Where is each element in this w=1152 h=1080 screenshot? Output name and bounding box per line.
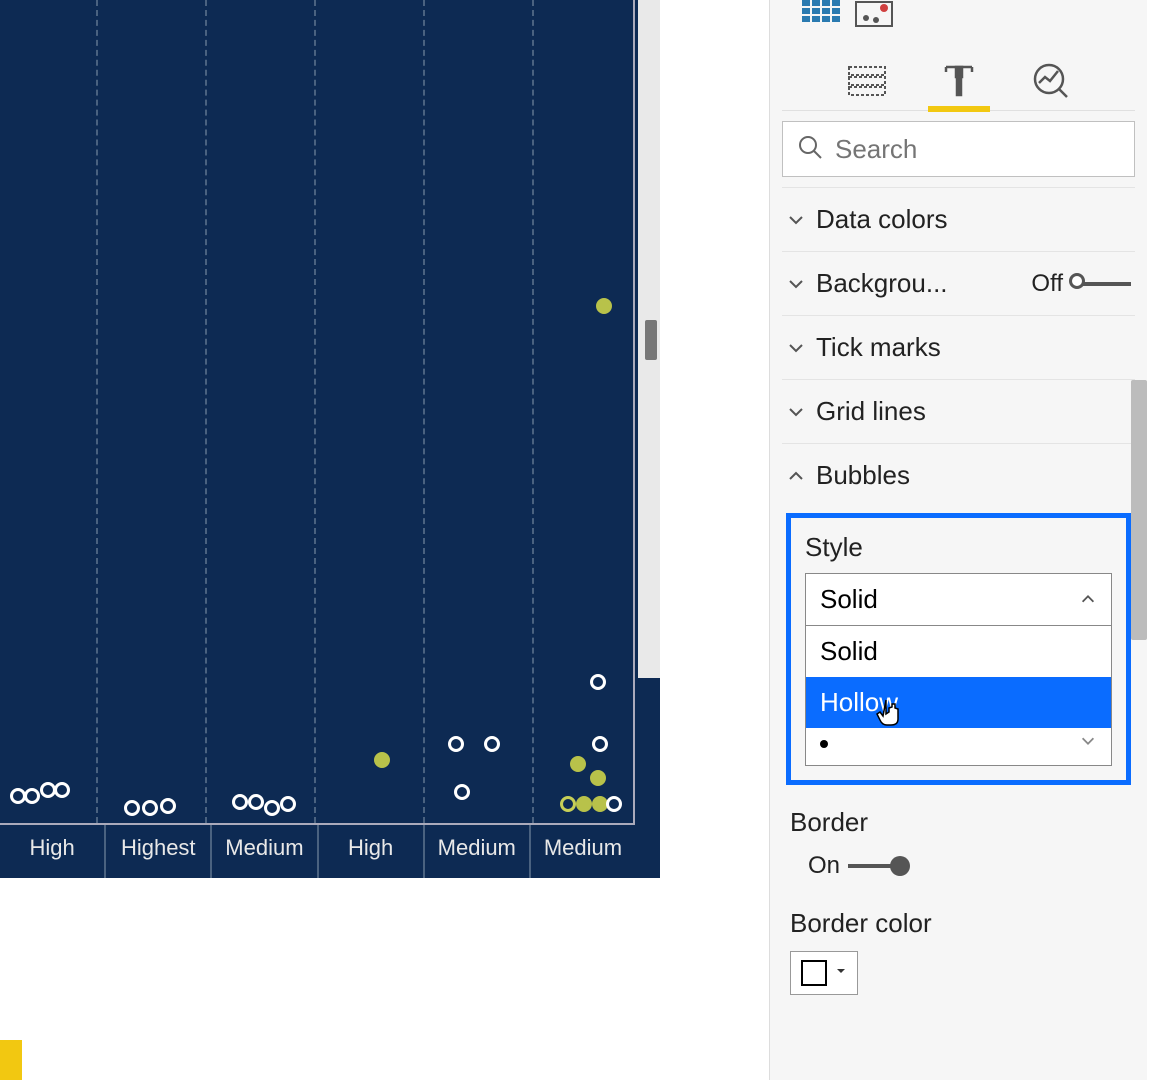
viz-icon-matrix[interactable]	[802, 0, 842, 28]
section-data-colors[interactable]: Data colors	[782, 187, 1135, 251]
axis-label: Medium	[212, 825, 318, 878]
axis-label: High	[0, 825, 106, 878]
chevron-up-icon	[1079, 584, 1097, 615]
dropdown-selected: Solid	[820, 584, 878, 615]
axis-label: Medium	[531, 825, 635, 878]
dropdown-option-hollow[interactable]: Hollow	[806, 677, 1111, 728]
format-panel: Data colors Backgrou... Off Tick marks G…	[769, 0, 1147, 1080]
dropdown-list: Solid Hollow	[806, 625, 1111, 765]
caret-down-icon	[835, 964, 847, 982]
chevron-down-icon	[786, 338, 806, 358]
chevron-down-icon	[786, 274, 806, 294]
section-grid-lines[interactable]: Grid lines	[782, 379, 1135, 443]
tab-analytics[interactable]	[1030, 60, 1072, 102]
border-color-picker[interactable]	[790, 951, 858, 995]
style-label: Style	[805, 532, 1112, 563]
search-input[interactable]	[835, 134, 1120, 165]
style-highlight-box: Style Solid Solid Hollow	[786, 513, 1131, 785]
border-label: Border	[790, 807, 1127, 838]
chevron-down-icon	[1079, 732, 1097, 755]
dropdown-more[interactable]	[806, 728, 1111, 765]
section-background[interactable]: Backgrou... Off	[782, 251, 1135, 315]
page-tab-indicator[interactable]	[0, 1040, 22, 1080]
style-dropdown[interactable]: Solid Solid Hollow	[805, 573, 1112, 766]
chevron-down-icon	[786, 210, 806, 230]
dropdown-option-solid[interactable]: Solid	[806, 626, 1111, 677]
viz-icon-dotplot[interactable]	[854, 0, 894, 28]
chart-scrollbar[interactable]	[638, 0, 660, 678]
panel-scrollbar[interactable]	[1131, 380, 1147, 640]
tab-fields[interactable]	[846, 60, 888, 102]
tab-format[interactable]	[938, 60, 980, 102]
report-canvas: High Highest Medium High Medium Medium	[0, 0, 695, 1080]
color-swatch	[801, 960, 827, 986]
x-axis: High Highest Medium High Medium Medium	[0, 823, 635, 878]
background-toggle[interactable]: Off	[1031, 270, 1131, 298]
search-icon	[797, 134, 823, 165]
border-toggle[interactable]: On	[790, 852, 1127, 880]
chevron-down-icon	[786, 402, 806, 422]
chevron-up-icon	[786, 466, 806, 486]
axis-label: High	[319, 825, 425, 878]
section-bubbles[interactable]: Bubbles	[782, 443, 1135, 507]
axis-label: Medium	[425, 825, 531, 878]
axis-label: Highest	[106, 825, 212, 878]
scatter-chart[interactable]: High Highest Medium High Medium Medium	[0, 0, 660, 878]
section-tick-marks[interactable]: Tick marks	[782, 315, 1135, 379]
border-color-label: Border color	[790, 908, 1127, 939]
search-box[interactable]	[782, 121, 1135, 177]
